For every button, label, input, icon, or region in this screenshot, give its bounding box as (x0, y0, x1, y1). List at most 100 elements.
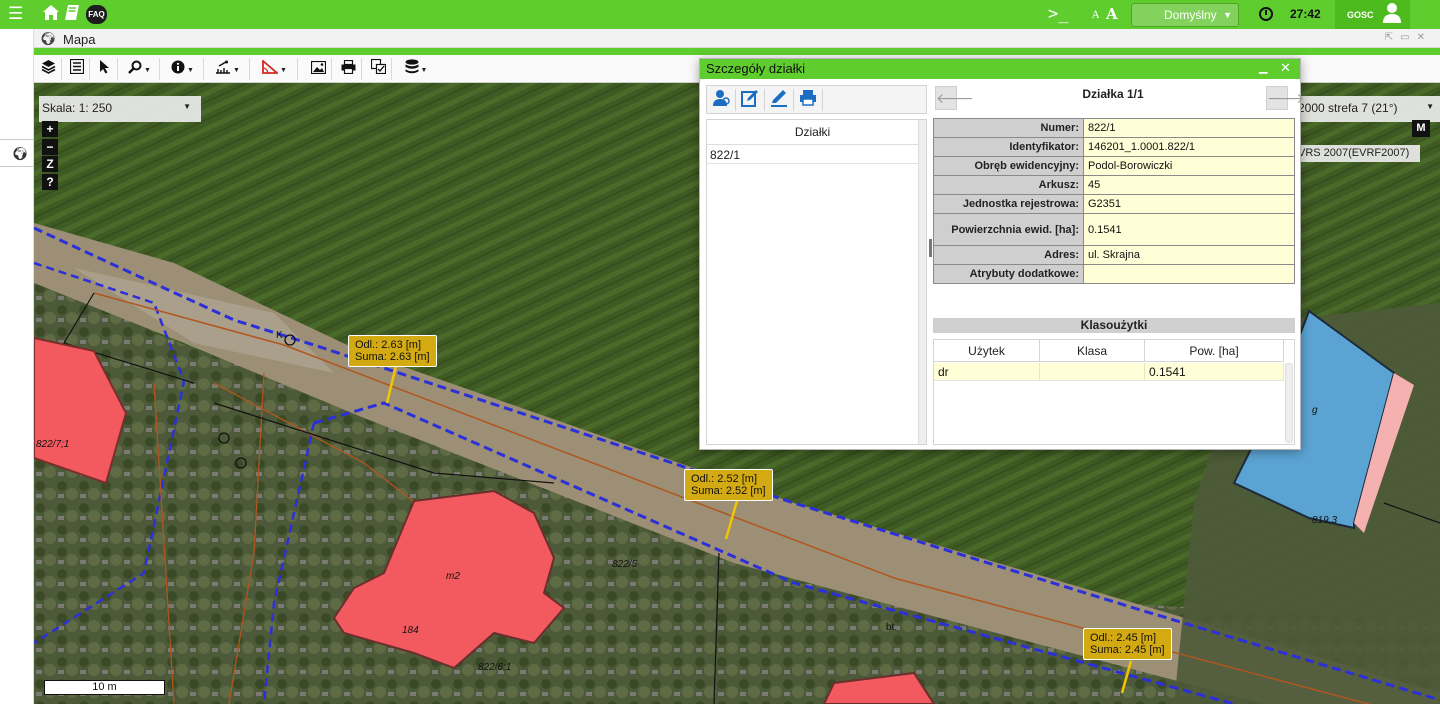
chevron-down-icon: ▼ (1426, 102, 1434, 111)
search-icon[interactable]: ▼ (120, 58, 160, 80)
pencil-icon[interactable] (765, 89, 794, 111)
user-menu[interactable]: GOSC (1335, 0, 1410, 29)
measurement-sum: Suma: 2.45 [m] (1090, 644, 1165, 656)
attr-value: Podol-Borowiczki (1083, 156, 1295, 176)
terminal-icon[interactable]: >_ (1048, 4, 1068, 24)
selection-icon[interactable] (366, 58, 392, 80)
scale-value: 1: 250 (78, 101, 113, 115)
measure-icon[interactable]: ▼ (206, 58, 250, 80)
pointer-icon[interactable] (92, 58, 118, 80)
globe-icon: 🌍︎ (40, 31, 57, 46)
measurement-distance: Odl.: 2.52 [m] (691, 473, 758, 485)
window-accent-strip (34, 48, 1440, 55)
left-rail: 🌍︎ (0, 29, 34, 704)
table-row: Adres: ul. Skrajna (933, 245, 1295, 265)
label-822-5: 822/5 (612, 559, 637, 570)
table-row[interactable]: dr 0.1541 (934, 363, 1284, 381)
attr-key: Atrybuty dodatkowe: (933, 264, 1084, 284)
book-icon[interactable] (64, 4, 80, 26)
label-819-3: 819,3 (1312, 515, 1337, 526)
zoom-in-button[interactable]: + (42, 121, 58, 137)
height-system-label: VRS 2007(EVRF2007) (1296, 145, 1420, 162)
cell-klasa (1040, 363, 1145, 381)
attr-key: Jednostka rejestrowa: (933, 194, 1084, 214)
profile-select[interactable]: Domyślny ▼ (1131, 3, 1239, 27)
parcel-details-window: Szczegóły działki ▁ ✕ Działki 822/1 🡐 Dz… (699, 58, 1305, 450)
label-184: 184 (402, 625, 419, 636)
minimize-icon[interactable]: ▁ (1259, 61, 1267, 74)
attr-value: ul. Skrajna (1083, 245, 1295, 265)
edit-icon[interactable] (736, 89, 765, 111)
scale-label: Skala: (42, 101, 76, 115)
crs-select[interactable]: 2000 strefa 7 (21°) ▼ (1296, 96, 1440, 122)
measurement-label: Odl.: 2.45 [m] Suma: 2.45 [m] (1083, 628, 1172, 660)
parcel-list-pane: Działki 822/1 (706, 85, 927, 445)
attr-value: G2351 (1083, 194, 1295, 214)
measurement-distance: Odl.: 2.63 [m] (355, 339, 422, 351)
rail-divider (0, 139, 34, 140)
zoom-extent-button[interactable]: Z (42, 156, 58, 172)
details-toolbar (706, 85, 927, 114)
cell-pow: 0.1541 (1145, 363, 1284, 381)
previous-parcel-button[interactable]: 🡐 (935, 86, 974, 110)
table-row: Obręb ewidencyjny: Podol-Borowiczki (933, 156, 1295, 176)
angle-measure-icon[interactable]: ▼ (252, 58, 298, 80)
table-row: Identyfikator: 146201_1.0001.822/1 (933, 137, 1295, 157)
top-app-bar: ☰ FAQ >_ A A Domyślny ▼ 27:42 GOSC (0, 0, 1440, 29)
zoom-out-button[interactable]: − (42, 139, 58, 155)
column-header[interactable]: Pow. [ha] (1145, 340, 1284, 362)
column-header[interactable]: Klasa (1040, 340, 1145, 362)
chevron-down-icon: ▼ (183, 102, 191, 111)
print-icon[interactable] (794, 89, 823, 111)
image-icon[interactable] (306, 58, 332, 80)
measurement-label: Odl.: 2.52 [m] Suma: 2.52 [m] (684, 469, 773, 501)
database-icon[interactable]: ▼ (396, 58, 436, 80)
details-titlebar[interactable]: Szczegóły działki ▁ ✕ (700, 59, 1300, 79)
scrollbar[interactable] (918, 120, 926, 444)
print-icon[interactable] (336, 58, 362, 80)
pane-splitter[interactable] (929, 239, 932, 257)
info-icon[interactable]: ▼ (162, 58, 204, 80)
scrollbar[interactable] (1285, 363, 1293, 443)
label-m2: m2 (446, 571, 460, 582)
label-bt: bt. (886, 622, 897, 633)
attr-value: 45 (1083, 175, 1295, 195)
font-decrease-button[interactable]: A (1092, 10, 1099, 21)
parcel-list-header: Działki (707, 120, 918, 145)
label-g: g (1312, 405, 1318, 416)
column-header[interactable]: Użytek (934, 340, 1040, 362)
parcel-list-item[interactable]: 822/1 (710, 148, 740, 162)
user-label: GOSC (1347, 10, 1374, 20)
locate-parcel-icon[interactable] (707, 89, 736, 111)
scale-bar: 10 m (44, 680, 165, 695)
close-icon[interactable]: ✕ (1280, 60, 1291, 76)
attr-value: 0.1541 (1083, 213, 1295, 246)
attr-value: 146201_1.0001.822/1 (1083, 137, 1295, 157)
faq-button[interactable]: FAQ (86, 5, 107, 24)
klasouzytki-table: Użytek Klasa Pow. [ha] dr 0.1541 (933, 339, 1295, 445)
layers-icon[interactable] (36, 58, 62, 80)
clock-icon (1259, 7, 1273, 21)
legend-icon[interactable] (64, 58, 90, 80)
attributes-table: Numer: 822/1 Identyfikator: 146201_1.0001.… (933, 118, 1295, 284)
crs-value: 2000 strefa 7 (21°) (1298, 101, 1398, 115)
hamburger-icon[interactable]: ☰ (8, 4, 23, 24)
help-button[interactable]: ? (42, 174, 58, 190)
user-icon (1382, 2, 1402, 30)
row-divider (707, 163, 918, 164)
next-parcel-button[interactable]: 🡒 (1266, 86, 1305, 110)
map-window-header: 🌍︎ Mapa ⇱▭✕ (34, 29, 1440, 48)
home-icon[interactable] (42, 4, 60, 26)
session-time: 27:42 (1290, 7, 1321, 21)
details-title: Szczegóły działki (706, 61, 805, 76)
window-controls[interactable]: ⇱▭✕ (1385, 32, 1432, 43)
globe-icon[interactable]: 🌍︎ (12, 146, 29, 162)
measurement-distance: Odl.: 2.45 [m] (1090, 632, 1157, 644)
attr-key: Identyfikator: (933, 137, 1084, 157)
scale-select[interactable]: Skala: 1: 250 ▼ (39, 96, 201, 122)
attr-key: Arkusz: (933, 175, 1084, 195)
font-increase-button[interactable]: A (1106, 5, 1118, 23)
m-button[interactable]: M (1412, 120, 1430, 137)
klasouzytki-header: Użytek Klasa Pow. [ha] (934, 340, 1284, 362)
parcel-attributes-pane: 🡐 Działka 1/1 🡒 Numer: 822/1 Identyfikato… (933, 85, 1305, 445)
